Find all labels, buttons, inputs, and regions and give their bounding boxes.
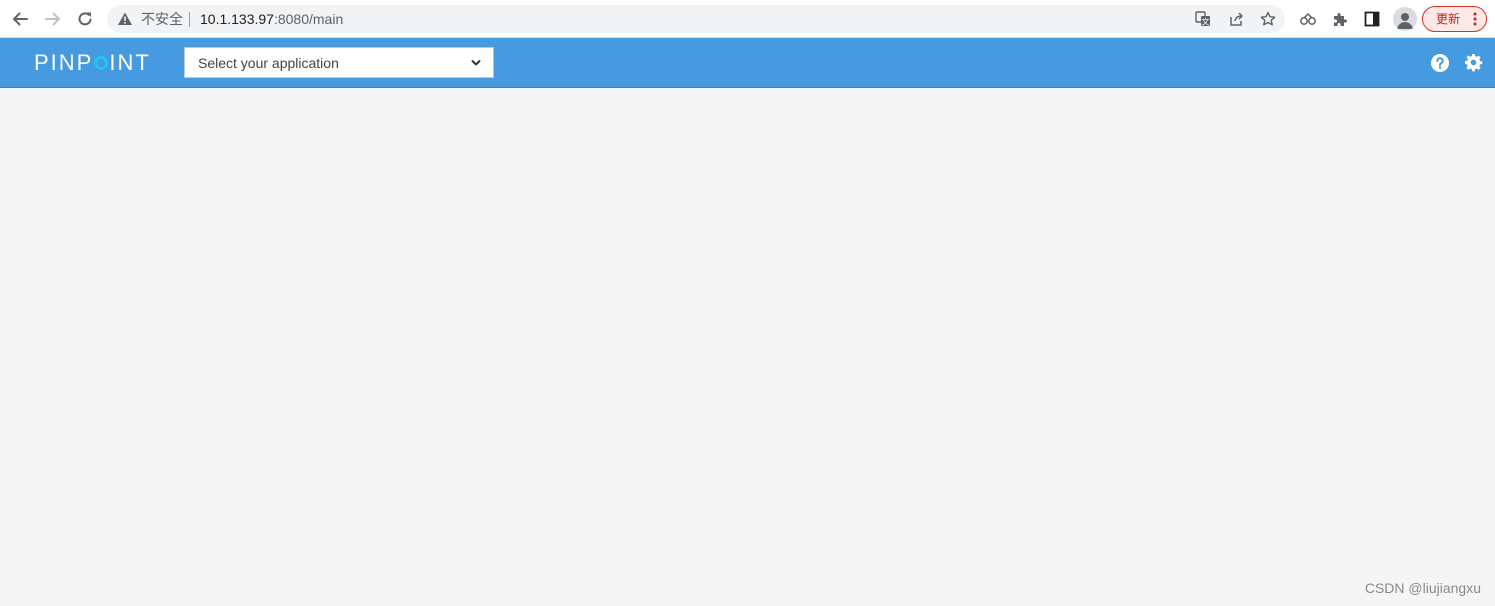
chevron-down-icon (471, 60, 481, 66)
reload-button[interactable] (73, 7, 97, 31)
svg-text:文: 文 (1202, 17, 1210, 27)
address-separator (189, 12, 190, 27)
back-button[interactable] (8, 7, 32, 31)
warning-icon[interactable] (117, 11, 133, 27)
security-status-label[interactable]: 不安全 (141, 11, 183, 27)
help-icon[interactable] (1431, 54, 1449, 72)
browser-toolbar: 不安全 10.1.133.97:8080/main 文 更新 (0, 0, 1495, 38)
application-select[interactable]: Select your application (184, 47, 494, 78)
more-vert-icon (1473, 12, 1477, 26)
bookmark-star-icon[interactable] (1260, 11, 1276, 27)
side-panel-button[interactable] (1362, 9, 1382, 29)
extension-cloud-button[interactable] (1298, 9, 1318, 29)
address-bar[interactable]: 不安全 10.1.133.97:8080/main 文 (107, 5, 1285, 33)
watermark-text: CSDN @liujiangxu (1364, 580, 1481, 596)
app-header: PINP INT Select your application (0, 38, 1495, 88)
update-label: 更新 (1436, 12, 1461, 26)
logo-text-right: INT (109, 50, 151, 75)
url-path: :8080/main (273, 11, 344, 27)
settings-gear-icon[interactable] (1464, 53, 1483, 72)
logo-o-icon (94, 56, 109, 70)
forward-button[interactable] (41, 7, 65, 31)
url-text[interactable]: 10.1.133.97:8080/main (200, 11, 343, 27)
cloud-extension-icon (1300, 12, 1316, 25)
update-button[interactable]: 更新 (1422, 6, 1487, 32)
extensions-button[interactable] (1330, 9, 1350, 29)
puzzle-icon (1334, 13, 1347, 26)
main-content (0, 88, 1495, 606)
back-arrow-icon (13, 12, 28, 26)
profile-avatar[interactable] (1393, 7, 1417, 31)
side-panel-icon (1364, 11, 1380, 27)
share-icon[interactable] (1228, 11, 1244, 27)
translate-icon[interactable]: 文 (1195, 11, 1211, 27)
pinpoint-logo[interactable]: PINP INT (34, 50, 151, 76)
forward-arrow-icon (45, 12, 60, 26)
reload-icon (78, 12, 92, 26)
url-host: 10.1.133.97 (200, 11, 274, 27)
logo-text-left: PINP (34, 50, 94, 75)
person-icon (1397, 13, 1413, 29)
application-select-placeholder: Select your application (198, 55, 339, 71)
